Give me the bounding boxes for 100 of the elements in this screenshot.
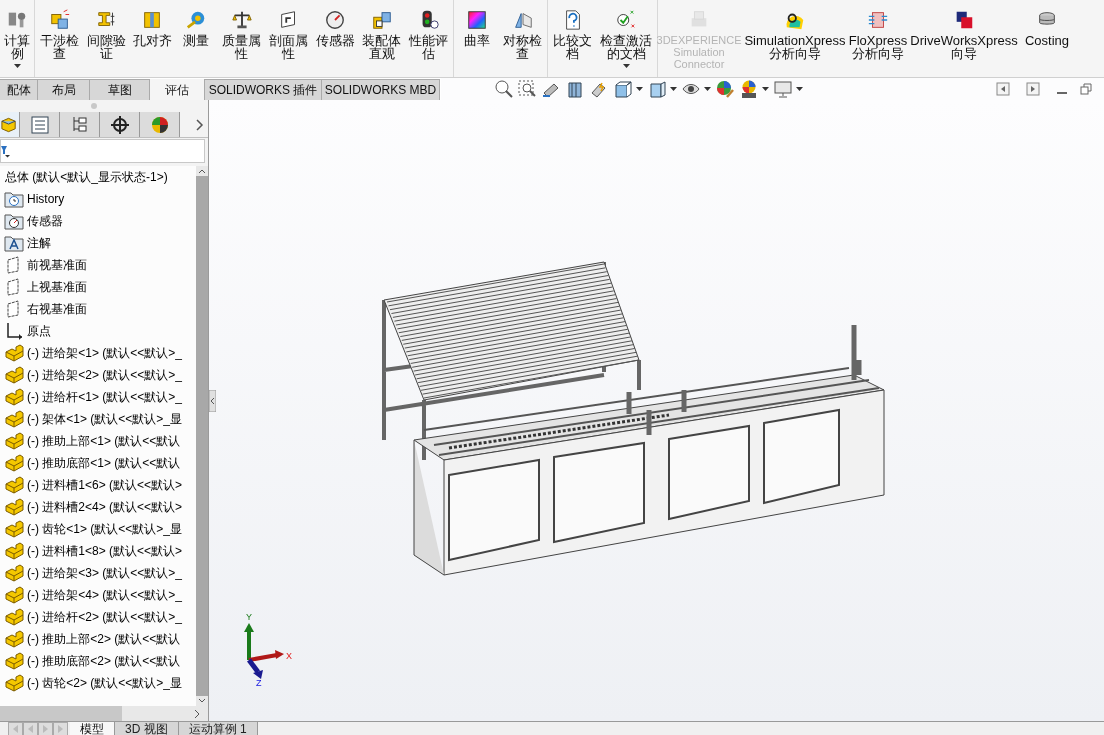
document-tab[interactable]: 运动算例 1 (178, 722, 258, 735)
chevron-right-icon[interactable] (194, 118, 204, 131)
tree-item[interactable]: (-) 推助底部<2> (默认<<默认 (0, 650, 196, 672)
scale-icon (230, 9, 253, 31)
clock-folder-icon (4, 190, 24, 208)
scroll-right-icon[interactable] (192, 708, 202, 719)
gauge-icon (324, 9, 346, 31)
ribbon-button[interactable]: 孔对齐 (131, 0, 173, 74)
tree-item[interactable]: (-) 进料槽1<6> (默认<<默认> (0, 474, 196, 496)
monitor-icon[interactable] (773, 79, 793, 99)
scene-icon[interactable] (739, 79, 759, 99)
part-icon (4, 454, 24, 472)
document-tab[interactable]: 3D 视图 (115, 722, 179, 735)
grip-icon[interactable] (91, 103, 97, 109)
tree-item[interactable]: (-) 进给架<3> (默认<<默认>_ (0, 562, 196, 584)
tree-item[interactable]: (-) 推助上部<1> (默认<<默认 (0, 430, 196, 452)
tree-item[interactable]: (-) 进给架<2> (默认<<默认>_ (0, 364, 196, 386)
display-style-icon[interactable] (647, 79, 667, 99)
caret-icon (670, 87, 677, 91)
command-tab[interactable]: 配体 (0, 79, 38, 100)
ribbon-button[interactable]: 剖面属性 (266, 0, 311, 74)
ribbon-button[interactable]: 装配体直观 (359, 0, 404, 74)
crosshair-icon (109, 114, 130, 135)
part-icon (4, 652, 24, 670)
zoom-fit-icon[interactable] (493, 79, 513, 99)
tree-item[interactable]: (-) 进料槽1<8> (默认<<默认> (0, 540, 196, 562)
command-tab[interactable]: SOLIDWORKS MBD (322, 79, 440, 100)
ribbon-button[interactable]: 间隙验证 (84, 0, 129, 74)
tree-item[interactable]: (-) 齿轮<1> (默认<<默认>_显 (0, 518, 196, 540)
tree-item[interactable]: (-) 架体<1> (默认<<默认>_显 (0, 408, 196, 430)
view-cube-icon[interactable] (613, 79, 633, 99)
ribbon-button[interactable]: 对称检查 (500, 0, 545, 74)
origin-icon (4, 322, 24, 340)
command-tab[interactable]: 评估 (150, 79, 205, 100)
dropdown-caret-icon (622, 64, 630, 68)
tree-item[interactable]: History (0, 188, 196, 210)
ribbon-button[interactable]: 曲率 (456, 0, 498, 74)
caret-icon (704, 87, 711, 91)
ribbon-button[interactable]: 计算例 (2, 0, 32, 74)
tree-item[interactable]: (-) 进给架<4> (默认<<默认>_ (0, 584, 196, 606)
tree-item[interactable]: 注解 (0, 232, 196, 254)
part-icon (4, 564, 24, 582)
part-icon (4, 674, 24, 692)
tree-item[interactable]: 传感器 (0, 210, 196, 232)
z-axis-label: Z (256, 678, 262, 688)
part-icon (4, 366, 24, 384)
horizontal-scrollbar[interactable] (0, 706, 208, 721)
tree-item[interactable]: (-) 推助上部<2> (默认<<默认 (0, 628, 196, 650)
tree-item[interactable]: (-) 进给杆<2> (默认<<默认>_ (0, 606, 196, 628)
ribbon-button[interactable]: 性能评估 (406, 0, 451, 74)
caret-icon (636, 87, 643, 91)
part-icon (4, 344, 24, 362)
annotation-folder-icon (4, 234, 24, 252)
pane-right-icon[interactable] (1026, 82, 1040, 96)
panel-tab[interactable] (140, 112, 180, 137)
part-icon (4, 388, 24, 406)
collapse-handle-icon[interactable] (209, 390, 216, 412)
command-tab[interactable]: 草图 (90, 79, 150, 100)
filter-field[interactable] (0, 139, 205, 163)
zoom-area-icon[interactable] (517, 79, 537, 99)
tree-item[interactable]: (-) 进给杆<1> (默认<<默认>_ (0, 386, 196, 408)
ribbon-button[interactable]: 传感器 (313, 0, 357, 74)
part-icon (4, 432, 24, 450)
block-icon (141, 9, 163, 31)
command-tab[interactable]: 布局 (38, 79, 90, 100)
caret-icon (762, 87, 769, 91)
ribbon-button[interactable]: 测量 (175, 0, 217, 74)
flow-icon (867, 9, 889, 31)
ribbon-button[interactable]: 检查激活的文档 (597, 0, 655, 74)
property-list-icon (29, 114, 50, 135)
tree-item[interactable]: (-) 推助底部<1> (默认<<默认 (0, 452, 196, 474)
tree-item[interactable]: (-) 齿轮<2> (默认<<默认>_显 (0, 672, 196, 694)
vertical-scrollbar[interactable] (196, 166, 208, 706)
tree-item[interactable]: 右视基准面 (0, 298, 196, 320)
ribbon-button[interactable]: 比较文档 (550, 0, 595, 74)
ribbon-button[interactable]: 质量属性 (219, 0, 264, 74)
tree-item[interactable]: 前视基准面 (0, 254, 196, 276)
tree-item[interactable]: 上视基准面 (0, 276, 196, 298)
tree-item[interactable]: 原点 (0, 320, 196, 342)
x-axis-label: X (286, 651, 292, 661)
restore-icon[interactable] (1080, 83, 1092, 95)
ribbon-button[interactable]: Costing (1024, 0, 1070, 74)
command-tab[interactable]: SOLIDWORKS 插件 (205, 79, 322, 100)
tape-measure-icon (185, 9, 207, 31)
panel-tab[interactable] (100, 112, 140, 137)
tree-item[interactable]: (-) 进料槽2<4> (默认<<默认> (0, 496, 196, 518)
dropdown-caret-icon (13, 64, 21, 68)
part-icon (4, 410, 24, 428)
tree-root-label[interactable]: 总体 (默认<默认_显示状态-1>) (0, 166, 196, 188)
pane-left-icon[interactable] (996, 82, 1010, 96)
part-icon (4, 608, 24, 626)
section-view-icon[interactable] (565, 79, 585, 99)
part-icon (4, 520, 24, 538)
funnel-icon (1, 144, 11, 158)
tree-item[interactable]: (-) 进给架<1> (默认<<默认>_ (0, 342, 196, 364)
caret-icon (796, 87, 803, 91)
document-tab[interactable]: 模型 (70, 722, 115, 735)
appearance-icon[interactable] (715, 79, 735, 99)
ribbon-button[interactable]: 干涉检查 (37, 0, 82, 74)
part-icon (4, 630, 24, 648)
